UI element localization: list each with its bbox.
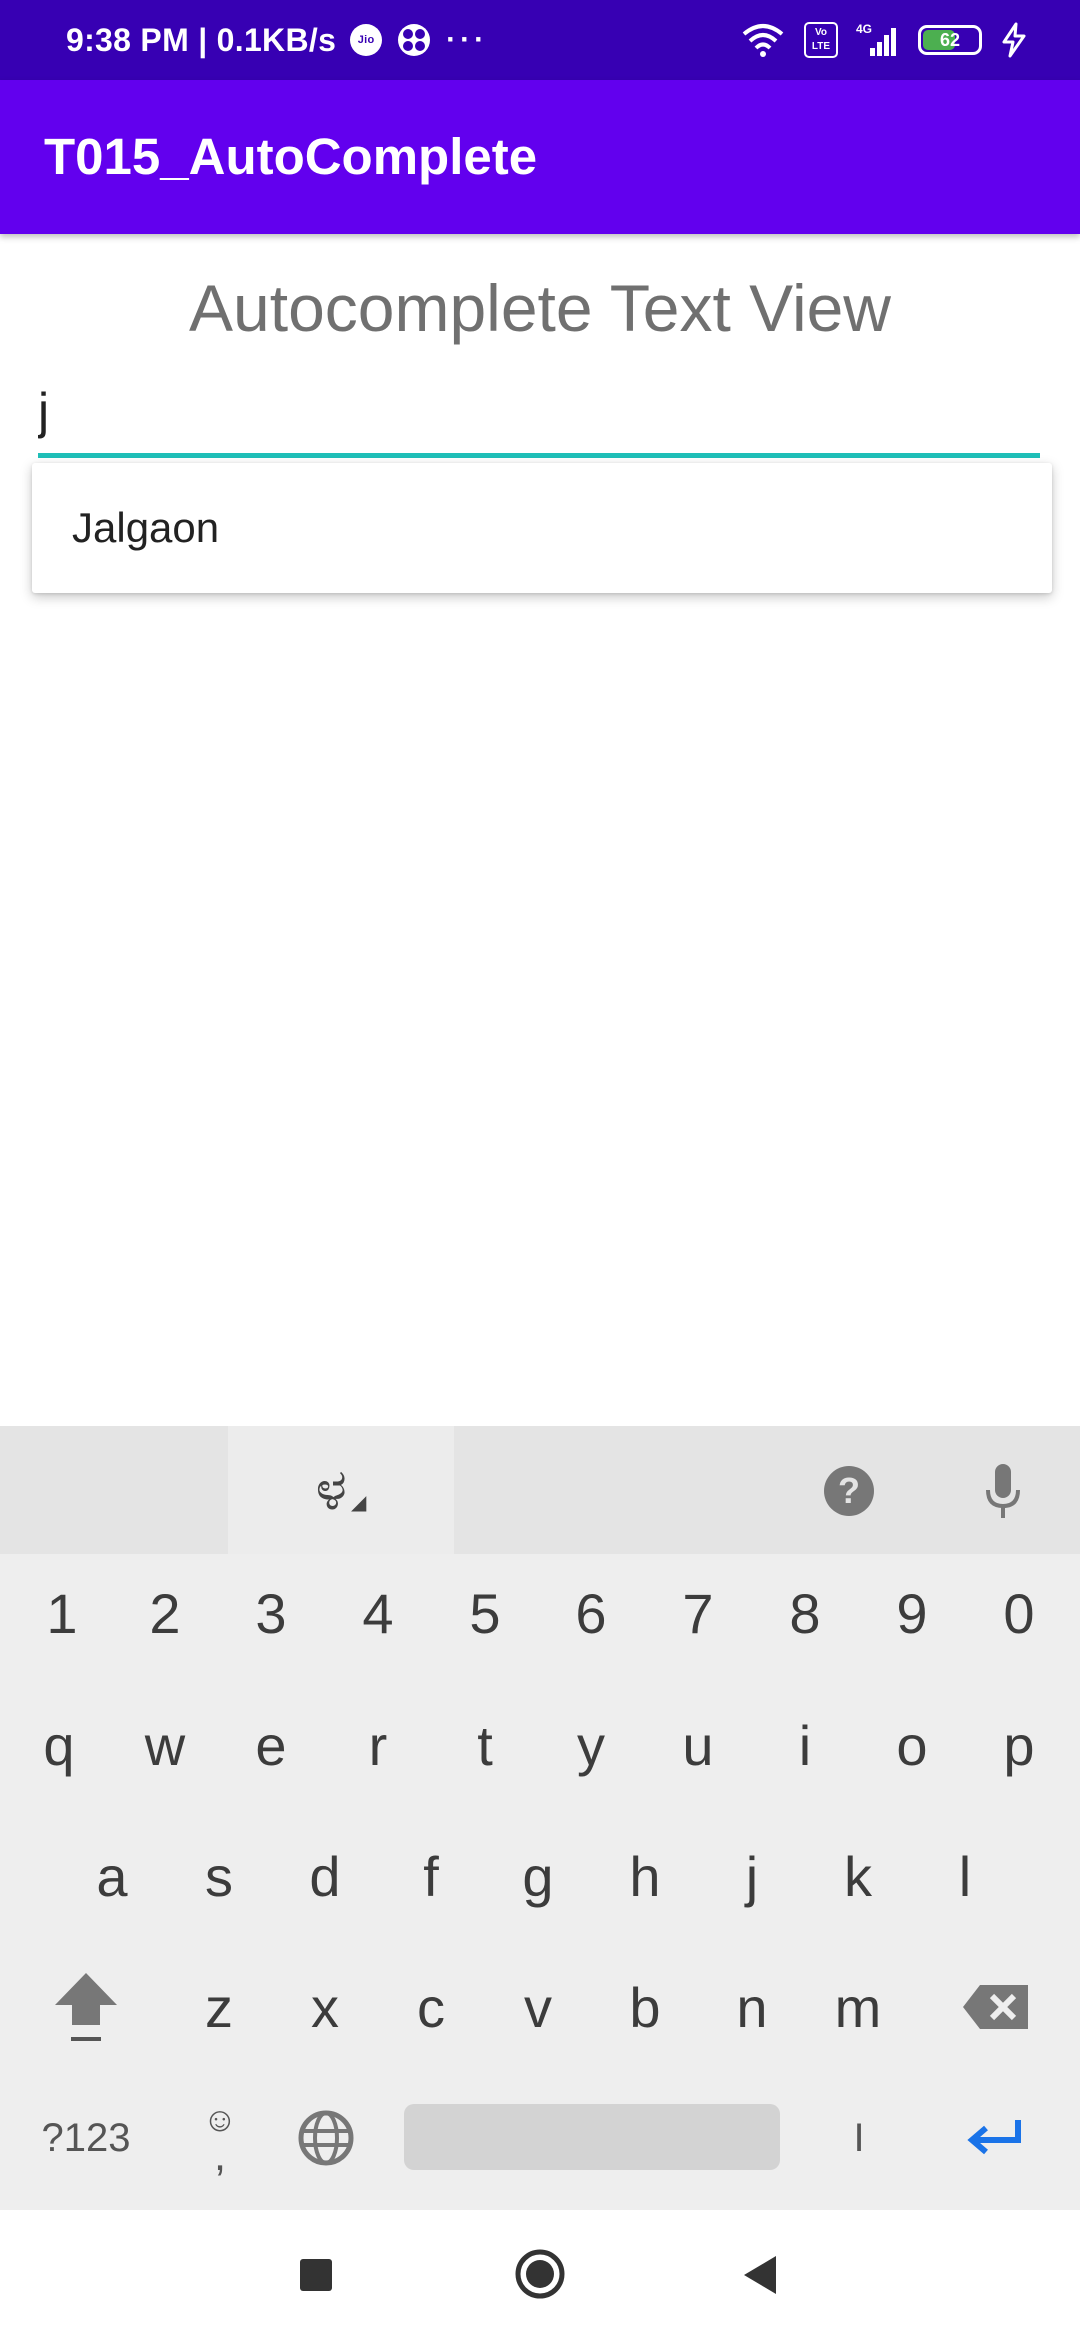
key-e[interactable]: e (218, 1681, 324, 1809)
key-k[interactable]: k (805, 1812, 911, 1940)
key-0[interactable]: 0 (966, 1549, 1072, 1677)
key-y[interactable]: y (538, 1681, 644, 1809)
key-7[interactable]: 7 (645, 1549, 751, 1677)
key-9[interactable]: 9 (859, 1549, 965, 1677)
key-m[interactable]: m (805, 1943, 911, 2071)
backspace-icon (963, 1985, 1028, 2029)
key-h[interactable]: h (592, 1812, 698, 1940)
backspace-key[interactable] (940, 1943, 1052, 2071)
status-bar: 9:38 PM | 0.1KB/s Jio ··· Vo LTE 4G 62 (0, 0, 1080, 80)
key-8[interactable]: 8 (752, 1549, 858, 1677)
key-s[interactable]: s (166, 1812, 272, 1940)
home-icon[interactable] (514, 2248, 566, 2300)
key-f[interactable]: f (378, 1812, 484, 1940)
help-icon[interactable]: ? (824, 1466, 874, 1516)
key-4[interactable]: 4 (325, 1549, 431, 1677)
key-j[interactable]: j (699, 1812, 805, 1940)
key-p[interactable]: p (966, 1681, 1072, 1809)
key-5[interactable]: 5 (432, 1549, 538, 1677)
language-switch-key[interactable]: ಳ ◢ (228, 1426, 454, 1554)
key-d[interactable]: d (272, 1812, 378, 1940)
key-1[interactable]: 1 (8, 1549, 116, 1677)
key-6[interactable]: 6 (538, 1549, 644, 1677)
status-right: Vo LTE 4G 62 (740, 0, 1028, 80)
keyboard-toolbar: ಳ ◢ ? (0, 1426, 1080, 1554)
key-l[interactable]: l (912, 1812, 1018, 1940)
key-v[interactable]: v (485, 1943, 591, 2071)
wifi-icon (742, 24, 784, 57)
key-2[interactable]: 2 (112, 1549, 218, 1677)
key-t[interactable]: t (432, 1681, 538, 1809)
fan-icon (398, 24, 431, 56)
battery-percent: 62 (939, 29, 961, 50)
status-time-speed: 9:38 PM | 0.1KB/s (66, 21, 337, 58)
key-w[interactable]: w (112, 1681, 218, 1809)
mic-icon[interactable] (982, 1462, 1024, 1522)
globe-key[interactable] (276, 2074, 376, 2202)
dropdown-triangle-icon: ◢ (351, 1491, 367, 1514)
key-x[interactable]: x (272, 1943, 378, 2071)
more-notifications-icon: ··· (446, 23, 489, 56)
globe-icon (298, 2110, 354, 2166)
key-i[interactable]: i (752, 1681, 858, 1809)
recents-icon[interactable] (300, 2259, 332, 2291)
suggestion-item-jalgaon[interactable]: Jalgaon (32, 463, 1052, 593)
shift-key[interactable] (30, 1943, 142, 2071)
key-r[interactable]: r (325, 1681, 431, 1809)
space-key[interactable] (404, 2104, 780, 2170)
key-o[interactable]: o (859, 1681, 965, 1809)
key-z[interactable]: z (166, 1943, 272, 2071)
status-left: 9:38 PM | 0.1KB/s Jio ··· (66, 0, 488, 80)
key-a[interactable]: a (59, 1812, 165, 1940)
page-heading: Autocomplete Text View (189, 271, 891, 345)
enter-key[interactable] (940, 2074, 1052, 2202)
enter-icon (967, 2120, 1021, 2155)
back-icon[interactable] (742, 2254, 778, 2296)
jio-icon: Jio (350, 24, 383, 56)
app-title: T015_AutoComplete (44, 128, 538, 185)
key-u[interactable]: u (645, 1681, 751, 1809)
key-n[interactable]: n (699, 1943, 805, 2071)
charging-icon (1002, 22, 1026, 58)
app-bar: T015_AutoComplete (0, 80, 1080, 234)
period-key[interactable]: I (806, 2074, 912, 2202)
key-b[interactable]: b (592, 1943, 698, 2071)
key-q[interactable]: q (6, 1681, 112, 1809)
language-key-label: ಳ (315, 1457, 348, 1522)
comma-key[interactable]: ☺ , (170, 2074, 270, 2202)
volte-icon: Vo LTE (804, 22, 838, 58)
shift-icon (55, 1973, 117, 2041)
signal-icon: 4G (856, 22, 900, 58)
key-3[interactable]: 3 (218, 1549, 324, 1677)
autocomplete-input[interactable] (38, 380, 1040, 458)
symbols-key[interactable]: ?123 (20, 2074, 152, 2202)
comma-label: , (213, 2131, 227, 2180)
suggestion-dropdown: Jalgaon (32, 463, 1052, 593)
battery-icon: 62 (918, 25, 982, 55)
key-g[interactable]: g (485, 1812, 591, 1940)
key-c[interactable]: c (378, 1943, 484, 2071)
